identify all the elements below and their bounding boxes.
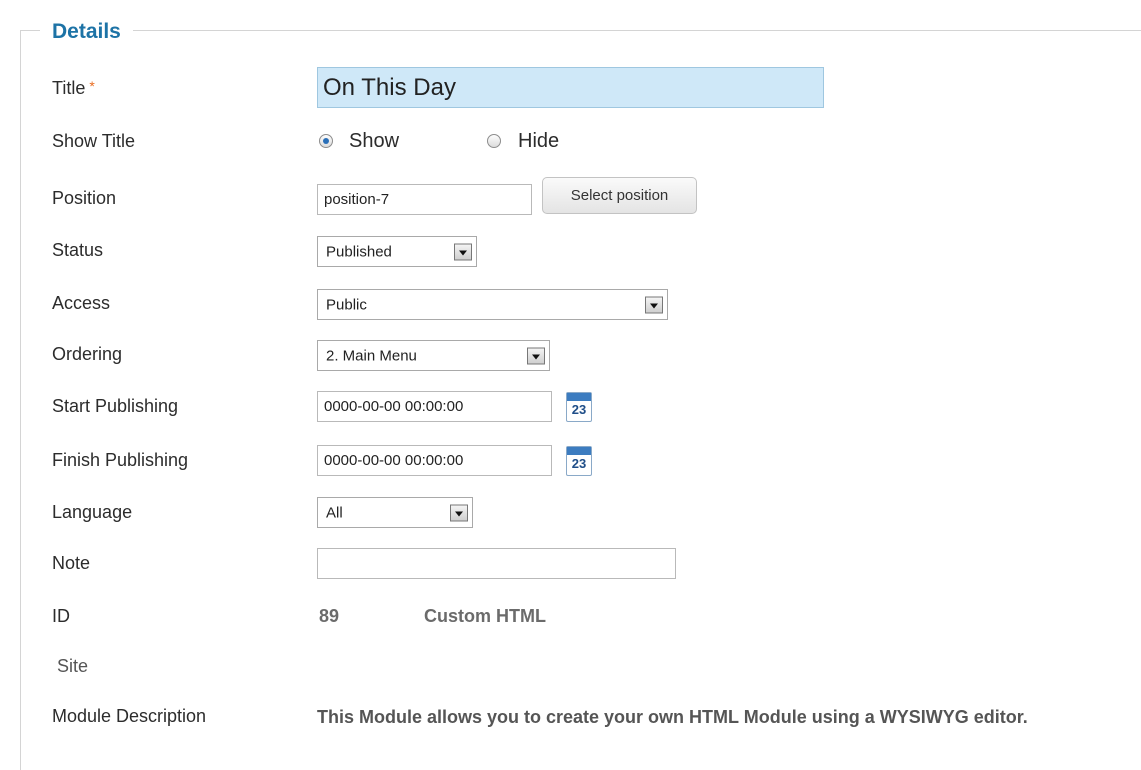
ordering-value: 2. Main Menu — [326, 347, 417, 364]
start-publishing-label: Start Publishing — [52, 396, 179, 416]
access-select[interactable]: Public — [317, 289, 668, 320]
required-marker: * — [89, 78, 95, 94]
calendar-icon-header — [567, 447, 591, 455]
hide-radio[interactable] — [487, 134, 501, 148]
position-input[interactable]: position-7 — [317, 184, 532, 215]
hide-radio-label[interactable]: Hide — [518, 130, 559, 153]
show-radio[interactable] — [319, 134, 333, 148]
details-legend: Details — [40, 20, 133, 44]
title-input[interactable]: On This Day — [317, 67, 824, 108]
note-label: Note — [52, 553, 91, 573]
calendar-icon-header — [567, 393, 591, 401]
chevron-down-icon[interactable] — [454, 243, 472, 260]
title-label-text: Title — [52, 78, 86, 98]
module-description-text: This Module allows you to create your ow… — [317, 707, 1028, 727]
finish-publishing-input[interactable]: 0000-00-00 00:00:00 — [317, 445, 552, 476]
position-label: Position — [52, 188, 117, 208]
show-radio-label[interactable]: Show — [349, 130, 399, 153]
finish-publishing-label: Finish Publishing — [52, 450, 189, 470]
status-label: Status — [52, 240, 104, 260]
module-type: Custom HTML — [424, 606, 546, 626]
note-input[interactable] — [317, 548, 676, 579]
status-value: Published — [326, 243, 392, 260]
language-label: Language — [52, 502, 133, 522]
access-value: Public — [326, 296, 367, 313]
show-title-label: Show Title — [52, 131, 136, 151]
chevron-down-icon[interactable] — [645, 296, 663, 313]
calendar-icon[interactable]: 23 — [566, 392, 592, 422]
status-select[interactable]: Published — [317, 236, 477, 267]
id-value: 89 — [319, 606, 340, 626]
chevron-down-icon[interactable] — [527, 347, 545, 364]
start-publishing-input[interactable]: 0000-00-00 00:00:00 — [317, 391, 552, 422]
site-label: Site — [57, 656, 89, 676]
calendar-icon-day: 23 — [571, 402, 587, 417]
select-position-button[interactable]: Select position — [542, 177, 697, 214]
title-label: Title * — [52, 78, 95, 99]
language-select[interactable]: All — [317, 497, 473, 528]
calendar-icon-day: 23 — [571, 456, 587, 471]
access-label: Access — [52, 293, 111, 313]
ordering-label: Ordering — [52, 344, 123, 364]
language-value: All — [326, 504, 343, 521]
module-description-label: Module Description — [52, 706, 207, 726]
ordering-select[interactable]: 2. Main Menu — [317, 340, 550, 371]
calendar-icon[interactable]: 23 — [566, 446, 592, 476]
chevron-down-icon[interactable] — [450, 504, 468, 521]
id-label: ID — [52, 606, 70, 626]
